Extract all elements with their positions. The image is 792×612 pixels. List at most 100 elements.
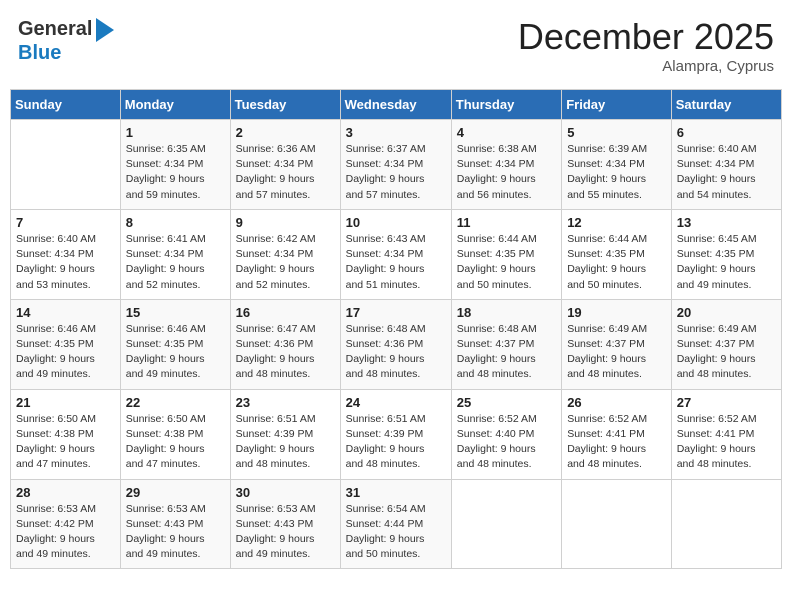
day-number: 15 bbox=[126, 305, 225, 320]
day-number: 27 bbox=[677, 395, 776, 410]
weekday-header-wednesday: Wednesday bbox=[340, 90, 451, 120]
calendar-cell: 3 Sunrise: 6:37 AM Sunset: 4:34 PM Daylig… bbox=[340, 120, 451, 210]
weekday-header-saturday: Saturday bbox=[671, 90, 781, 120]
logo: General Blue bbox=[18, 16, 114, 65]
calendar-cell: 10Sunrise: 6:43 AM Sunset: 4:34 PM Dayli… bbox=[340, 209, 451, 299]
calendar-cell bbox=[451, 479, 561, 569]
day-info: Sunrise: 6:51 AM Sunset: 4:39 PM Dayligh… bbox=[346, 412, 446, 473]
day-number: 28 bbox=[16, 485, 115, 500]
day-number: 1 bbox=[126, 125, 225, 140]
day-info: Sunrise: 6:50 AM Sunset: 4:38 PM Dayligh… bbox=[126, 412, 225, 473]
day-number: 11 bbox=[457, 215, 556, 230]
day-number: 5 bbox=[567, 125, 666, 140]
calendar-cell: 16 Sunrise: 6:47 AM Sunset: 4:36 PM Dayli… bbox=[230, 299, 340, 389]
calendar-cell: 28 Sunrise: 6:53 AM Sunset: 4:42 PM Dayli… bbox=[11, 479, 121, 569]
day-info: Sunrise: 6:46 AM Sunset: 4:35 PM Dayligh… bbox=[16, 322, 115, 383]
day-info: Sunrise: 6:50 AM Sunset: 4:38 PM Dayligh… bbox=[16, 412, 115, 473]
weekday-header-monday: Monday bbox=[120, 90, 230, 120]
calendar-cell: 19Sunrise: 6:49 AM Sunset: 4:37 PM Dayli… bbox=[562, 299, 672, 389]
calendar-cell: 17 Sunrise: 6:48 AM Sunset: 4:36 PM Dayli… bbox=[340, 299, 451, 389]
day-number: 24 bbox=[346, 395, 446, 410]
calendar-cell: 13 Sunrise: 6:45 AM Sunset: 4:35 PM Dayli… bbox=[671, 209, 781, 299]
calendar-cell: 31 Sunrise: 6:54 AM Sunset: 4:44 PM Dayli… bbox=[340, 479, 451, 569]
logo-arrow-icon bbox=[96, 18, 114, 42]
calendar-cell: 29Sunrise: 6:53 AM Sunset: 4:43 PM Dayli… bbox=[120, 479, 230, 569]
weekday-header-sunday: Sunday bbox=[11, 90, 121, 120]
calendar-cell: 15Sunrise: 6:46 AM Sunset: 4:35 PM Dayli… bbox=[120, 299, 230, 389]
day-number: 2 bbox=[236, 125, 335, 140]
day-info: Sunrise: 6:52 AM Sunset: 4:41 PM Dayligh… bbox=[677, 412, 776, 473]
day-number: 22 bbox=[126, 395, 225, 410]
day-number: 16 bbox=[236, 305, 335, 320]
calendar-cell: 8 Sunrise: 6:41 AM Sunset: 4:34 PM Daylig… bbox=[120, 209, 230, 299]
weekday-header-friday: Friday bbox=[562, 90, 672, 120]
calendar-cell: 23Sunrise: 6:51 AM Sunset: 4:39 PM Dayli… bbox=[230, 389, 340, 479]
day-number: 13 bbox=[677, 215, 776, 230]
calendar-header-row: SundayMondayTuesdayWednesdayThursdayFrid… bbox=[11, 90, 782, 120]
month-title: December 2025 bbox=[518, 16, 774, 58]
day-info: Sunrise: 6:51 AM Sunset: 4:39 PM Dayligh… bbox=[236, 412, 335, 473]
day-info: Sunrise: 6:48 AM Sunset: 4:36 PM Dayligh… bbox=[346, 322, 446, 383]
day-info: Sunrise: 6:44 AM Sunset: 4:35 PM Dayligh… bbox=[567, 232, 666, 293]
day-info: Sunrise: 6:38 AM Sunset: 4:34 PM Dayligh… bbox=[457, 142, 556, 203]
calendar-cell: 6 Sunrise: 6:40 AM Sunset: 4:34 PM Daylig… bbox=[671, 120, 781, 210]
day-info: Sunrise: 6:41 AM Sunset: 4:34 PM Dayligh… bbox=[126, 232, 225, 293]
calendar-cell: 12Sunrise: 6:44 AM Sunset: 4:35 PM Dayli… bbox=[562, 209, 672, 299]
weekday-header-tuesday: Tuesday bbox=[230, 90, 340, 120]
calendar-cell: 9 Sunrise: 6:42 AM Sunset: 4:34 PM Daylig… bbox=[230, 209, 340, 299]
day-info: Sunrise: 6:37 AM Sunset: 4:34 PM Dayligh… bbox=[346, 142, 446, 203]
calendar-week-row: 21Sunrise: 6:50 AM Sunset: 4:38 PM Dayli… bbox=[11, 389, 782, 479]
logo-blue-text: Blue bbox=[18, 42, 61, 65]
day-info: Sunrise: 6:54 AM Sunset: 4:44 PM Dayligh… bbox=[346, 502, 446, 563]
calendar-cell: 26Sunrise: 6:52 AM Sunset: 4:41 PM Dayli… bbox=[562, 389, 672, 479]
day-number: 17 bbox=[346, 305, 446, 320]
day-number: 14 bbox=[16, 305, 115, 320]
calendar-cell: 18 Sunrise: 6:48 AM Sunset: 4:37 PM Dayli… bbox=[451, 299, 561, 389]
calendar-cell: 11 Sunrise: 6:44 AM Sunset: 4:35 PM Dayli… bbox=[451, 209, 561, 299]
calendar-cell bbox=[671, 479, 781, 569]
calendar-week-row: 1 Sunrise: 6:35 AM Sunset: 4:34 PM Daylig… bbox=[11, 120, 782, 210]
day-info: Sunrise: 6:45 AM Sunset: 4:35 PM Dayligh… bbox=[677, 232, 776, 293]
calendar-cell: 2Sunrise: 6:36 AM Sunset: 4:34 PM Daylig… bbox=[230, 120, 340, 210]
calendar-cell: 1 Sunrise: 6:35 AM Sunset: 4:34 PM Daylig… bbox=[120, 120, 230, 210]
calendar-cell: 7Sunrise: 6:40 AM Sunset: 4:34 PM Daylig… bbox=[11, 209, 121, 299]
calendar-cell: 4 Sunrise: 6:38 AM Sunset: 4:34 PM Daylig… bbox=[451, 120, 561, 210]
day-number: 18 bbox=[457, 305, 556, 320]
day-info: Sunrise: 6:49 AM Sunset: 4:37 PM Dayligh… bbox=[677, 322, 776, 383]
day-info: Sunrise: 6:53 AM Sunset: 4:42 PM Dayligh… bbox=[16, 502, 115, 563]
calendar-cell: 21Sunrise: 6:50 AM Sunset: 4:38 PM Dayli… bbox=[11, 389, 121, 479]
calendar-week-row: 7Sunrise: 6:40 AM Sunset: 4:34 PM Daylig… bbox=[11, 209, 782, 299]
logo-general-text: General bbox=[18, 18, 92, 41]
calendar-cell: 22 Sunrise: 6:50 AM Sunset: 4:38 PM Dayli… bbox=[120, 389, 230, 479]
title-block: December 2025 Alampra, Cyprus bbox=[518, 16, 774, 75]
calendar-cell: 30Sunrise: 6:53 AM Sunset: 4:43 PM Dayli… bbox=[230, 479, 340, 569]
day-number: 26 bbox=[567, 395, 666, 410]
day-number: 4 bbox=[457, 125, 556, 140]
calendar-cell: 20Sunrise: 6:49 AM Sunset: 4:37 PM Dayli… bbox=[671, 299, 781, 389]
location-subtitle: Alampra, Cyprus bbox=[518, 58, 774, 75]
day-info: Sunrise: 6:40 AM Sunset: 4:34 PM Dayligh… bbox=[677, 142, 776, 203]
calendar-table: SundayMondayTuesdayWednesdayThursdayFrid… bbox=[10, 89, 782, 569]
weekday-header-thursday: Thursday bbox=[451, 90, 561, 120]
day-info: Sunrise: 6:43 AM Sunset: 4:34 PM Dayligh… bbox=[346, 232, 446, 293]
calendar-week-row: 14 Sunrise: 6:46 AM Sunset: 4:35 PM Dayli… bbox=[11, 299, 782, 389]
day-number: 31 bbox=[346, 485, 446, 500]
page-header: General Blue December 2025 Alampra, Cypr… bbox=[10, 10, 782, 81]
day-number: 9 bbox=[236, 215, 335, 230]
day-info: Sunrise: 6:47 AM Sunset: 4:36 PM Dayligh… bbox=[236, 322, 335, 383]
day-number: 8 bbox=[126, 215, 225, 230]
calendar-cell: 27 Sunrise: 6:52 AM Sunset: 4:41 PM Dayli… bbox=[671, 389, 781, 479]
day-info: Sunrise: 6:35 AM Sunset: 4:34 PM Dayligh… bbox=[126, 142, 225, 203]
day-number: 3 bbox=[346, 125, 446, 140]
calendar-cell: 25Sunrise: 6:52 AM Sunset: 4:40 PM Dayli… bbox=[451, 389, 561, 479]
calendar-cell: 14 Sunrise: 6:46 AM Sunset: 4:35 PM Dayli… bbox=[11, 299, 121, 389]
day-info: Sunrise: 6:42 AM Sunset: 4:34 PM Dayligh… bbox=[236, 232, 335, 293]
day-info: Sunrise: 6:52 AM Sunset: 4:40 PM Dayligh… bbox=[457, 412, 556, 473]
day-info: Sunrise: 6:48 AM Sunset: 4:37 PM Dayligh… bbox=[457, 322, 556, 383]
day-info: Sunrise: 6:39 AM Sunset: 4:34 PM Dayligh… bbox=[567, 142, 666, 203]
day-info: Sunrise: 6:44 AM Sunset: 4:35 PM Dayligh… bbox=[457, 232, 556, 293]
day-number: 30 bbox=[236, 485, 335, 500]
calendar-week-row: 28 Sunrise: 6:53 AM Sunset: 4:42 PM Dayli… bbox=[11, 479, 782, 569]
calendar-cell bbox=[562, 479, 672, 569]
day-number: 6 bbox=[677, 125, 776, 140]
